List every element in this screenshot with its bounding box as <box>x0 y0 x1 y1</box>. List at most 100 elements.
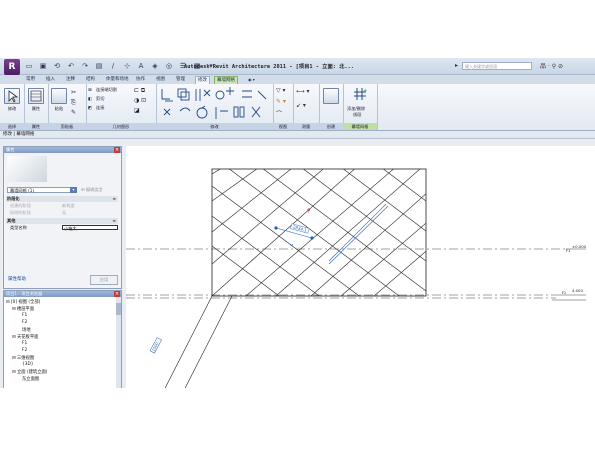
title-tools[interactable]: 品 · ⚲ ⊘ <box>540 61 563 70</box>
group-phasing[interactable]: 阶段化 ≈ <box>6 196 118 202</box>
panel-title-measure: 测量 <box>293 123 319 130</box>
geometry-cut-icon[interactable]: ◧ <box>88 96 92 101</box>
level-name: F1 <box>566 249 570 253</box>
drawing-area[interactable]: 2834.1 ⚲ ↔ 1500 ±0.000 F1 4.000 F2 <box>126 146 595 388</box>
add-remove-segments-button[interactable]: + <box>351 87 369 101</box>
scrollbar-thumb[interactable] <box>116 303 121 315</box>
search-input[interactable]: 键入关键字或短语 <box>462 62 532 70</box>
cursor-icon <box>4 88 20 104</box>
edit-type-button[interactable]: ⊞ 编辑类型 <box>81 186 111 194</box>
measure-line-icon[interactable]: ⟷ ▾ <box>296 88 310 95</box>
panel-title-curtain-grid: 幕墙网格 <box>343 123 377 130</box>
panel-title-geometry: 几何图形 <box>86 123 156 130</box>
tree-item[interactable]: {3D} <box>22 362 34 367</box>
property-key: 类型名称 <box>10 225 27 230</box>
curtain-grid-lines[interactable] <box>212 146 446 316</box>
properties-header: 属性 × <box>4 147 121 153</box>
tab-structure[interactable]: 结构 <box>84 76 97 84</box>
extension-line <box>184 295 233 388</box>
elevation-view[interactable]: 2834.1 ⚲ ↔ 1500 ±0.000 F1 4.000 F2 <box>126 146 595 388</box>
modify-label: 修改 <box>7 106 17 111</box>
tab-collaborate[interactable]: 协作 <box>134 76 147 84</box>
text-icon[interactable]: A <box>136 62 146 71</box>
linework-icon[interactable]: ⌒ <box>276 109 282 118</box>
tree-item[interactable]: F2 <box>22 348 27 353</box>
copy-icon[interactable]: ⎘ <box>71 99 76 107</box>
property-row: 类型名称 小箱大 <box>6 225 118 231</box>
properties-title: 属性 <box>6 147 15 152</box>
print-icon[interactable]: ▤ <box>94 62 104 71</box>
collapse-icon[interactable]: ≈ <box>112 218 116 224</box>
geometry-join-icon[interactable]: ◩ <box>88 105 92 110</box>
tree-item[interactable]: F2 <box>22 320 27 325</box>
type-selector[interactable]: 幕墙网格 (1) <box>7 187 77 193</box>
application-menu-button[interactable]: R <box>4 59 20 75</box>
modify-tools-icons[interactable] <box>160 87 270 121</box>
tab-insert[interactable]: 插入 <box>44 76 57 84</box>
geometry-row-2[interactable]: 剪切 <box>96 96 104 102</box>
properties-button[interactable]: 属性 <box>27 88 45 112</box>
save-icon[interactable]: ▣ <box>38 62 48 71</box>
tab-manage[interactable]: 管理 <box>174 76 187 84</box>
group-other[interactable]: 其他 ≈ <box>6 218 118 224</box>
type-name-field[interactable]: 小箱大 <box>62 225 118 231</box>
tree-item[interactable]: F1 <box>22 341 27 346</box>
create-group-icon <box>323 88 339 104</box>
tree-item-floor-plans[interactable]: ⊟ 楼层平面 <box>12 306 34 312</box>
tree-item[interactable]: 东立面图 <box>22 376 39 382</box>
geometry-row-3[interactable]: 连接 <box>96 105 104 111</box>
panel-title-create: 创建 <box>319 123 343 130</box>
tree-item[interactable]: F1 <box>22 313 27 318</box>
level-head-f1[interactable]: 4.000 F2 <box>552 288 586 301</box>
split-face-icon[interactable]: ◪ <box>134 107 140 114</box>
search-expand-icon[interactable]: ▸ <box>455 62 458 69</box>
cut-icon[interactable]: ✂ <box>71 89 76 96</box>
geometry-row-1[interactable]: 连接端切割 <box>96 87 117 93</box>
tree-item-elevations[interactable]: ⊟ 立面 (建筑立面) <box>12 369 47 375</box>
override-icon[interactable]: ✎ ▾ <box>276 98 286 105</box>
level-head-f2[interactable]: ±0.000 F1 <box>566 244 587 253</box>
undo-icon[interactable]: ↶ <box>66 62 76 71</box>
curtain-wall-outline[interactable] <box>211 168 427 297</box>
chevron-down-icon[interactable]: ▾ <box>70 187 77 193</box>
measure-icon[interactable]: ∕ <box>108 62 118 71</box>
dimension-tool-icon[interactable]: ↙ ▾ <box>296 102 306 109</box>
tree-item[interactable]: 场地 <box>22 327 31 333</box>
3d-view-icon[interactable]: ◈ <box>150 62 160 71</box>
tab-massing-site[interactable]: 体量和场地 <box>104 76 131 84</box>
properties-help-link[interactable]: 属性帮助 <box>8 276 26 282</box>
create-group-button[interactable] <box>322 88 340 104</box>
flip-icon[interactable]: ↔ <box>290 242 294 247</box>
tab-annotate[interactable]: 注释 <box>64 76 77 84</box>
browser-scrollbar[interactable] <box>116 297 121 388</box>
tree-item-3d-views[interactable]: ⊟ 三维视图 <box>12 355 34 361</box>
match-icon[interactable]: ✎ <box>71 109 76 116</box>
apply-button[interactable]: 应用 <box>90 275 118 285</box>
tab-extra-icon[interactable]: ◉ ▾ <box>246 76 257 84</box>
redo-icon[interactable]: ↷ <box>80 62 90 71</box>
sync-icon[interactable]: ⟲ <box>52 62 62 71</box>
tab-view[interactable]: 视图 <box>154 76 167 84</box>
group-other-label: 其他 <box>7 218 16 223</box>
wall-join-icon[interactable]: ⊏ ⧉ <box>134 87 145 95</box>
paste-button[interactable]: 粘贴 <box>50 88 68 112</box>
paint-icon[interactable]: ◑ ⊡ <box>134 97 146 104</box>
section-icon[interactable]: ◎ <box>164 62 174 71</box>
tree-item-views[interactable]: ⊟ [0] 视图 (全部) <box>6 299 40 305</box>
tree-item-ceiling-plans[interactable]: ⊟ 天花板平面 <box>12 334 38 340</box>
open-icon[interactable]: ▭ <box>24 62 34 71</box>
hide-icon[interactable]: ▽ ▾ <box>276 87 286 94</box>
group-phasing-label: 阶段化 <box>7 196 20 201</box>
close-icon[interactable]: × <box>114 147 120 153</box>
collapse-icon[interactable]: ≈ <box>112 196 116 202</box>
geometry-cut-join-icon[interactable]: ⊠ <box>88 87 92 92</box>
property-value[interactable]: 无 <box>62 210 66 216</box>
dimension-icon[interactable]: ⊹ <box>122 62 132 71</box>
options-bar: 修改 | 幕墙网格 <box>0 131 595 139</box>
modify-button[interactable]: 修改 <box>3 88 21 112</box>
project-browser: 项目1 - 项目浏览器 × ⊟ [0] 视图 (全部) ⊟ 楼层平面 F1 F2… <box>3 290 122 388</box>
pin-icon[interactable]: ⚲ <box>307 208 311 214</box>
properties-icon <box>28 88 44 104</box>
property-value[interactable]: 新构造 <box>62 203 75 209</box>
tab-home[interactable]: 常用 <box>24 76 37 84</box>
